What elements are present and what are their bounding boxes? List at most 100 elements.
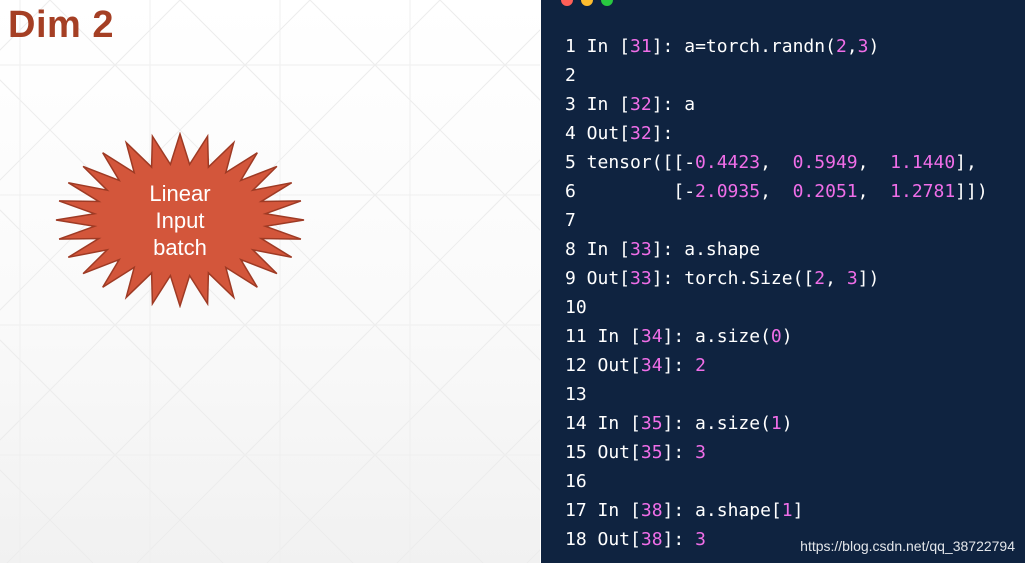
code-line: 6 [-2.0935, 0.2051, 1.2781]]) <box>565 177 988 206</box>
code-line: 11 In [34]: a.size(0) <box>565 322 988 351</box>
code-text-token: , <box>760 181 793 202</box>
starburst-line: batch <box>153 235 207 260</box>
code-line: 13 <box>565 380 988 409</box>
code-number-token: 3 <box>857 36 869 57</box>
code-text-token: ]: a.shape <box>651 239 761 260</box>
code-text-token: ]: <box>662 355 696 376</box>
code-text-token: 13 <box>565 384 587 405</box>
code-text-token: ]: <box>662 442 696 463</box>
code-text-token: ) <box>868 36 880 57</box>
code-number-token: 35 <box>640 413 663 434</box>
slide-panel: Dim 2 Linear Input batch <box>0 0 540 563</box>
code-text-token: 1 In [ <box>565 36 631 57</box>
close-window-button[interactable] <box>561 0 573 6</box>
code-number-token: 34 <box>640 326 663 347</box>
code-text-token: ) <box>781 413 793 434</box>
code-number-token: 38 <box>640 529 663 550</box>
code-text-token: 4 Out[ <box>565 123 631 144</box>
code-text-token: 16 <box>565 471 587 492</box>
grid-line <box>0 0 51 51</box>
code-number-token: 3 <box>695 442 706 463</box>
code-text-token: 3 In [ <box>565 94 631 115</box>
code-number-token: 35 <box>640 442 663 463</box>
code-number-token: 1.2781 <box>890 181 956 202</box>
code-text-token: 15 Out[ <box>565 442 641 463</box>
starburst-line: Linear <box>149 181 211 206</box>
code-number-token: 0.5949 <box>792 152 858 173</box>
code-line: 17 In [38]: a.shape[1] <box>565 496 988 525</box>
code-number-token: 33 <box>630 239 652 260</box>
code-text-token: ]: a.size( <box>662 413 771 434</box>
code-number-token: 32 <box>630 123 652 144</box>
code-number-token: 1.1440 <box>890 152 956 173</box>
starburst-line: Input <box>155 208 205 233</box>
code-text-token: 14 In [ <box>565 413 641 434</box>
code-line: 9 Out[33]: torch.Size([2, 3]) <box>565 264 988 293</box>
maximize-window-button[interactable] <box>601 0 613 6</box>
grid-line <box>439 0 540 101</box>
code-text-token: 9 Out[ <box>565 268 631 289</box>
code-text-token: , <box>825 268 847 289</box>
code-number-token: 3 <box>846 268 858 289</box>
code-number-token: 2 <box>835 36 847 57</box>
code-block: 1 In [31]: a=torch.randn(2,3) 2 3 In [32]:… <box>565 32 988 554</box>
watermark-url: https://blog.csdn.net/qq_38722794 <box>800 538 1015 554</box>
minimize-window-button[interactable] <box>581 0 593 6</box>
code-number-token: 1 <box>781 500 793 521</box>
code-text-token: ]: <box>651 123 674 144</box>
code-text-token: , <box>857 152 891 173</box>
code-number-token: 0 <box>770 326 782 347</box>
code-number-token: 2 <box>695 355 706 376</box>
code-line: 7 <box>565 206 988 235</box>
code-number-token: 33 <box>630 268 652 289</box>
code-text-token: ] <box>792 500 804 521</box>
code-text-token: , <box>846 36 858 57</box>
code-line: 5 tensor([[-0.4423, 0.5949, 1.1440], <box>565 148 988 177</box>
code-text-token: , <box>760 152 793 173</box>
code-text-token: 12 Out[ <box>565 355 641 376</box>
code-line: 1 In [31]: a=torch.randn(2,3) <box>565 32 988 61</box>
code-line: 4 Out[32]: <box>565 119 988 148</box>
code-text-token: ]) <box>857 268 880 289</box>
code-text-token: 7 <box>565 210 576 231</box>
code-text-token: 8 In [ <box>565 239 631 260</box>
code-text-token: 2 <box>565 65 576 86</box>
code-line: 3 In [32]: a <box>565 90 988 119</box>
code-number-token: 3 <box>695 529 706 550</box>
code-text-token: ]: a <box>651 94 696 115</box>
code-text-token: ) <box>781 326 793 347</box>
code-number-token: 1 <box>770 413 782 434</box>
code-number-token: 38 <box>640 500 663 521</box>
code-line: 10 <box>565 293 988 322</box>
code-text-token: 18 Out[ <box>565 529 641 550</box>
code-text-token: 6 [- <box>565 181 696 202</box>
code-line: 16 <box>565 467 988 496</box>
code-text-token: ]: a=torch.randn( <box>651 36 836 57</box>
code-number-token: 0.4423 <box>695 152 761 173</box>
code-line: 12 Out[34]: 2 <box>565 351 988 380</box>
code-number-token: 0.2051 <box>792 181 858 202</box>
code-number-token: 32 <box>630 94 652 115</box>
code-line: 2 <box>565 61 988 90</box>
slide-title: Dim 2 <box>8 4 114 46</box>
starburst-label: Linear Input batch <box>110 180 250 261</box>
code-text-token: ]: torch.Size([ <box>651 268 815 289</box>
code-text-token: ], <box>955 152 977 173</box>
code-number-token: 31 <box>630 36 652 57</box>
code-text-token: ]: a.shape[ <box>662 500 782 521</box>
code-text-token: ]]) <box>955 181 988 202</box>
code-text-token: 11 In [ <box>565 326 641 347</box>
grid-line <box>309 0 540 231</box>
code-text-token: 10 <box>565 297 587 318</box>
code-text-token: ]: a.size( <box>662 326 771 347</box>
code-line: 14 In [35]: a.size(1) <box>565 409 988 438</box>
code-number-token: 2.0935 <box>695 181 761 202</box>
code-editor-panel: 1 In [31]: a=torch.randn(2,3) 2 3 In [32]:… <box>541 0 1025 563</box>
code-text-token: 17 In [ <box>565 500 641 521</box>
code-text-token: 5 tensor([[- <box>565 152 696 173</box>
code-line: 8 In [33]: a.shape <box>565 235 988 264</box>
code-number-token: 34 <box>640 355 663 376</box>
code-line: 15 Out[35]: 3 <box>565 438 988 467</box>
code-text-token: ]: <box>662 529 696 550</box>
code-number-token: 2 <box>814 268 826 289</box>
